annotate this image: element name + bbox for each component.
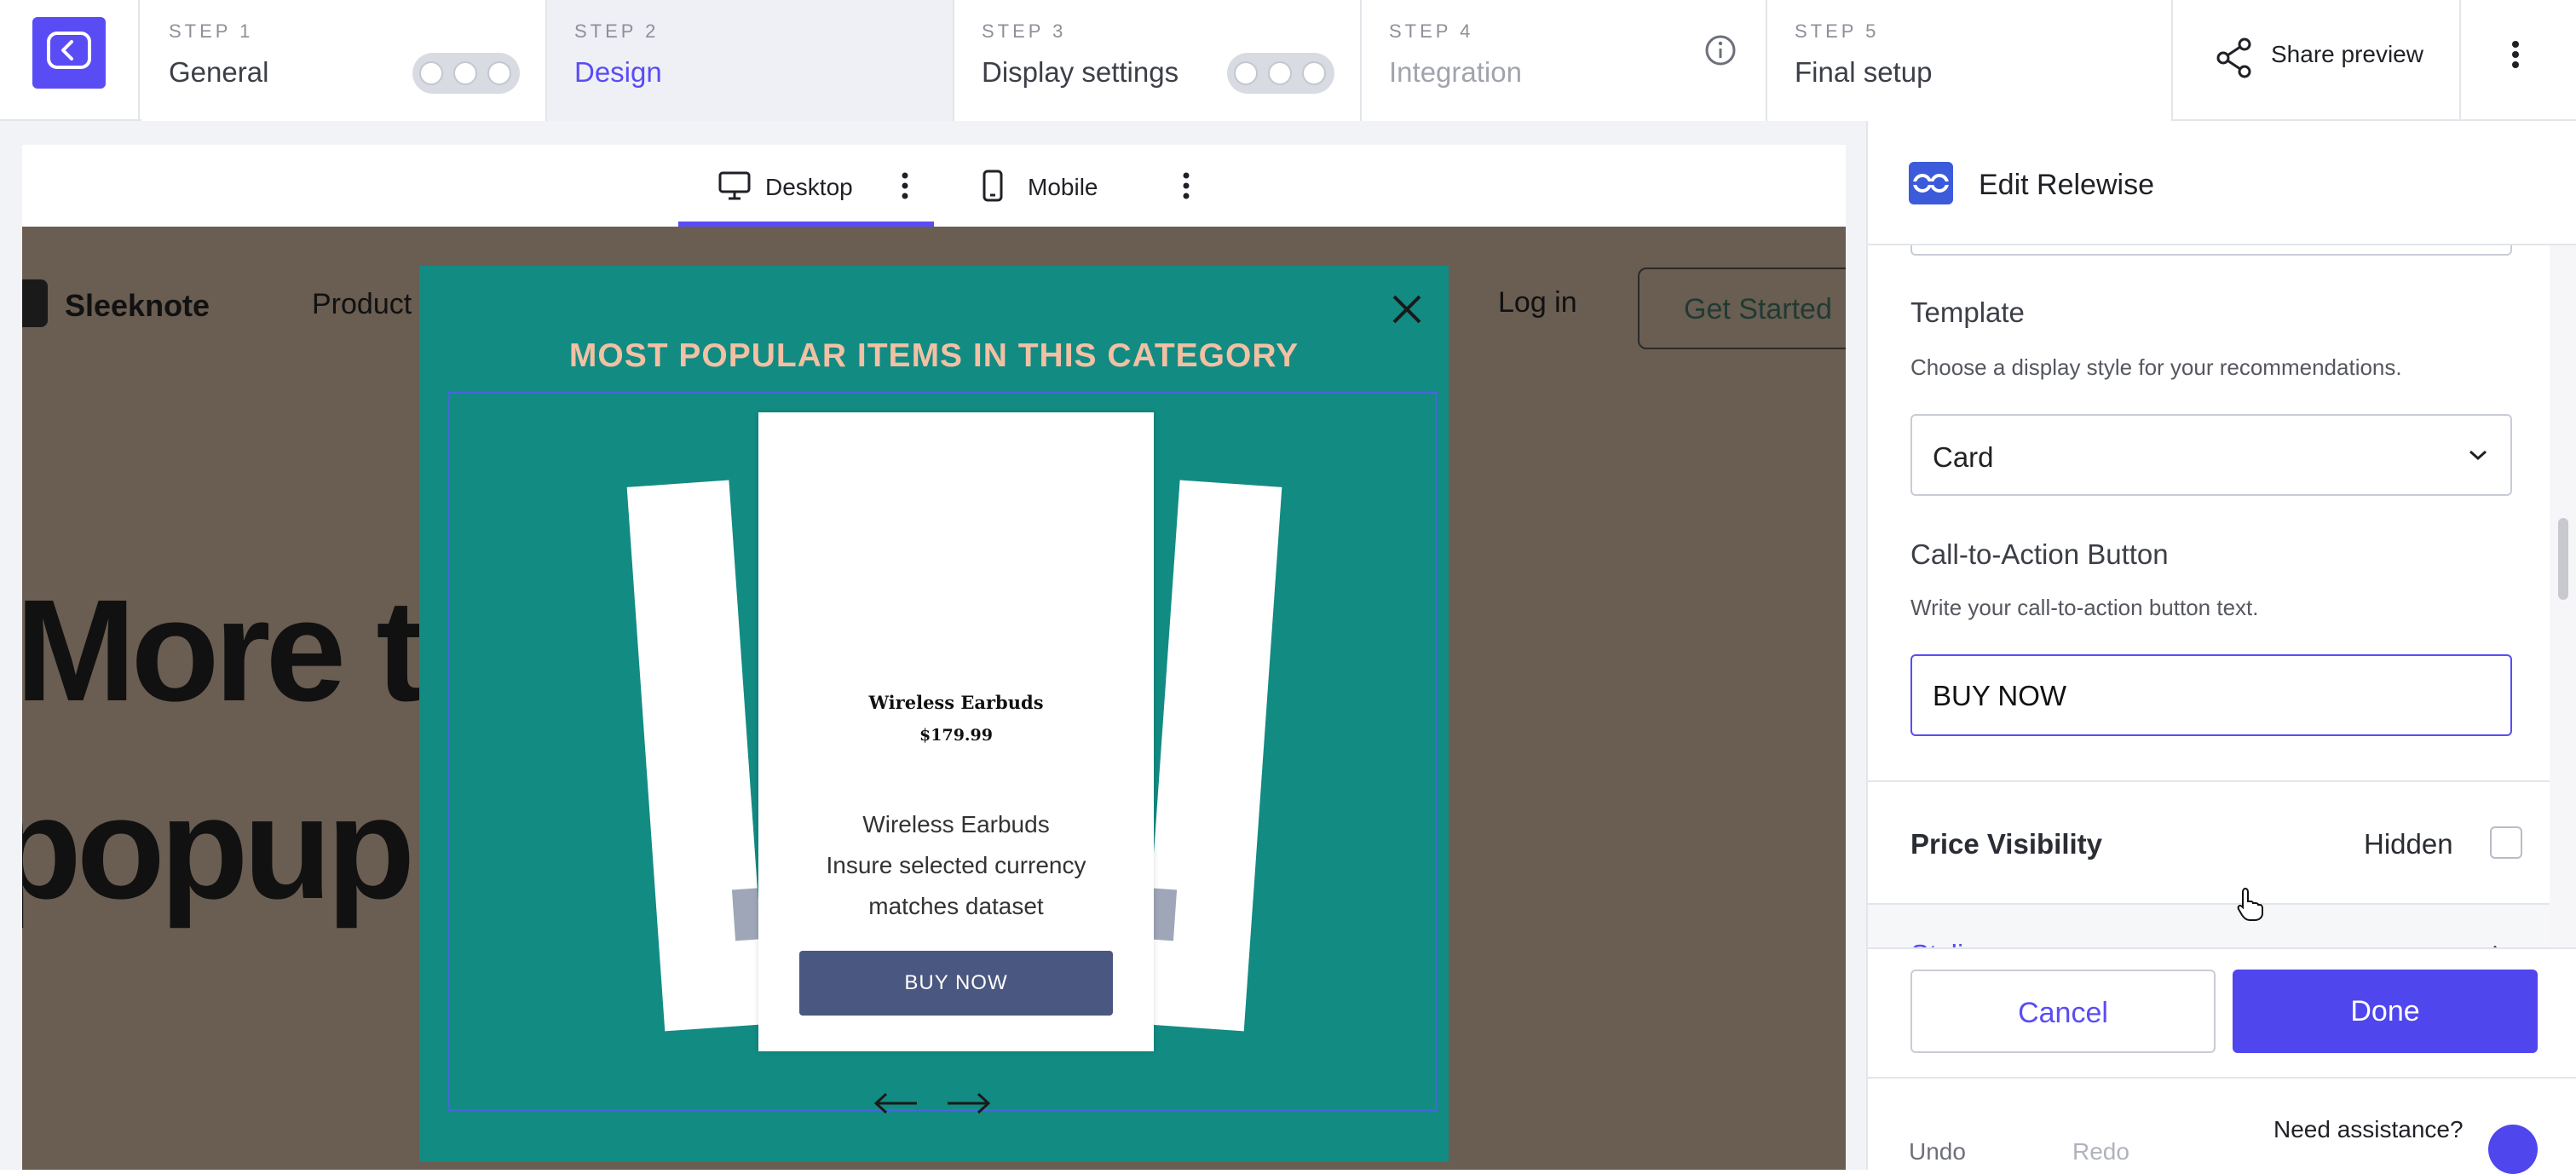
panel-scrollbar[interactable] [2550, 245, 2576, 947]
logo-cell [0, 0, 140, 121]
need-assistance-text: Need assistance? [2273, 1116, 2464, 1142]
share-preview-button[interactable]: Share preview [2173, 0, 2461, 121]
previous-field[interactable] [1910, 245, 2512, 256]
popup-heading[interactable]: MOST POPULAR ITEMS IN THIS CATEGORY [419, 337, 1449, 375]
step-number: STEP 4 [1389, 20, 1474, 42]
edit-panel: Edit Relewise Template Choose a display … [1866, 121, 2576, 1174]
share-preview-label: Share preview [2271, 41, 2423, 67]
cancel-button[interactable]: Cancel [1910, 970, 2216, 1053]
panel-footer: Cancel Done Undo Redo Need assistance? [1868, 947, 2576, 1174]
desktop-options-icon[interactable] [898, 170, 912, 201]
site-get-started-button: Get Started [1638, 268, 1846, 349]
device-toggle-bar: Desktop Mobile [22, 145, 1846, 227]
product-description: Wireless Earbuds Insure selected currenc… [775, 804, 1137, 927]
step-integration[interactable]: STEP 4 Integration [1362, 0, 1767, 121]
arrow-left-icon[interactable] [873, 1091, 920, 1116]
cta-label: Call-to-Action Button [1910, 538, 2169, 570]
step-number: STEP 2 [574, 20, 660, 42]
step-progress-dots [412, 53, 520, 94]
share-icon [2216, 37, 2251, 78]
tab-desktop[interactable]: Desktop [678, 145, 934, 227]
cta-text-input[interactable]: BUY NOW [1910, 654, 2512, 736]
monitor-icon [718, 171, 751, 200]
tab-mobile-label: Mobile [1028, 174, 1098, 200]
description-line: Wireless Earbuds [862, 811, 1050, 837]
step-final-setup[interactable]: STEP 5 Final setup [1767, 0, 2173, 121]
step-title: General [169, 56, 269, 88]
site-brand: Sleeknote [65, 288, 210, 323]
template-select[interactable]: Card [1910, 414, 2512, 496]
product-name: Wireless Earbuds [868, 692, 1044, 713]
description-line: matches dataset [868, 893, 1044, 919]
cancel-label: Cancel [2018, 997, 2108, 1029]
cta-input-value: BUY NOW [1933, 680, 2067, 711]
step-title: Design [574, 56, 662, 88]
price-visibility-label: Price Visibility [1910, 828, 2103, 860]
phone-icon [983, 170, 1003, 202]
panel-header: Edit Relewise [1868, 121, 2576, 245]
site-nav-item: Product [312, 288, 412, 320]
site-hero-line-1: More tl [22, 570, 459, 732]
site-login-link: Log in [1498, 286, 1577, 319]
step-number: STEP 5 [1795, 20, 1880, 42]
done-button[interactable]: Done [2233, 970, 2538, 1053]
price-hidden-checkbox[interactable] [2490, 826, 2522, 859]
done-label: Done [2350, 995, 2420, 1027]
styling-section-header[interactable]: Styling [1868, 905, 2551, 947]
cta-help: Write your call-to-action button text. [1910, 595, 2259, 620]
buy-now-button[interactable]: BUY NOW [799, 951, 1113, 1016]
tab-mobile[interactable]: Mobile [960, 145, 1215, 227]
popup-preview[interactable]: MOST POPULAR ITEMS IN THIS CATEGORY Wire… [419, 266, 1449, 1162]
preview-area: Desktop Mobile Sleeknote Product Log in … [0, 121, 1866, 1170]
description-line: Insure selected currency [826, 852, 1086, 878]
step-number: STEP 3 [982, 20, 1067, 42]
more-options-icon[interactable] [2505, 37, 2526, 78]
step-title: Integration [1389, 56, 1522, 88]
divider [1868, 1077, 2576, 1079]
redo-button[interactable]: Redo [2072, 1138, 2129, 1165]
info-icon[interactable] [1704, 34, 1737, 66]
template-help: Choose a display style for your recommen… [1910, 354, 2402, 380]
chevron-down-icon [2469, 450, 2487, 461]
template-label: Template [1910, 296, 2025, 328]
step-general[interactable]: STEP 1 General [141, 0, 547, 121]
top-stepper-bar: STEP 1 General STEP 2 Design STEP 3 Disp… [0, 0, 2576, 121]
price-visibility-row: Price Visibility Hidden [1868, 782, 2551, 905]
panel-title: Edit Relewise [1979, 169, 2154, 201]
back-logo-button[interactable] [32, 17, 106, 89]
site-get-started-label: Get Started [1684, 293, 1832, 325]
tab-desktop-label: Desktop [765, 174, 853, 200]
site-hero-line-2: popup [22, 768, 415, 929]
support-chat-button[interactable] [2488, 1125, 2538, 1174]
hand-cursor-icon [2237, 887, 2263, 921]
chat-bubble-back-icon [47, 32, 91, 69]
panel-scroll-content[interactable]: Template Choose a display style for your… [1868, 245, 2551, 947]
template-selected-value: Card [1933, 441, 1994, 473]
product-card[interactable]: Wireless Earbuds $179.99 Wireless Earbud… [758, 412, 1154, 1051]
step-display-settings[interactable]: STEP 3 Display settings [954, 0, 1362, 121]
step-design[interactable]: STEP 2 Design [547, 0, 954, 121]
site-logo-mark [22, 279, 48, 327]
mobile-options-icon[interactable] [1179, 170, 1193, 201]
buy-now-label: BUY NOW [904, 971, 1008, 994]
close-icon[interactable] [1391, 293, 1423, 325]
undo-button[interactable]: Undo [1909, 1138, 1966, 1165]
step-number: STEP 1 [169, 20, 254, 42]
step-progress-dots [1227, 53, 1334, 94]
step-title: Final setup [1795, 56, 1933, 88]
relewise-icon [1909, 162, 1953, 204]
styling-label: Styling [1910, 939, 1995, 947]
website-preview: Sleeknote Product Log in Get Started Mor… [22, 227, 1846, 1170]
product-price: $179.99 [919, 726, 993, 745]
arrow-right-icon[interactable] [944, 1091, 992, 1116]
step-title: Display settings [982, 56, 1179, 88]
scrollbar-thumb[interactable] [2558, 518, 2568, 600]
price-hidden-label: Hidden [2364, 828, 2453, 860]
